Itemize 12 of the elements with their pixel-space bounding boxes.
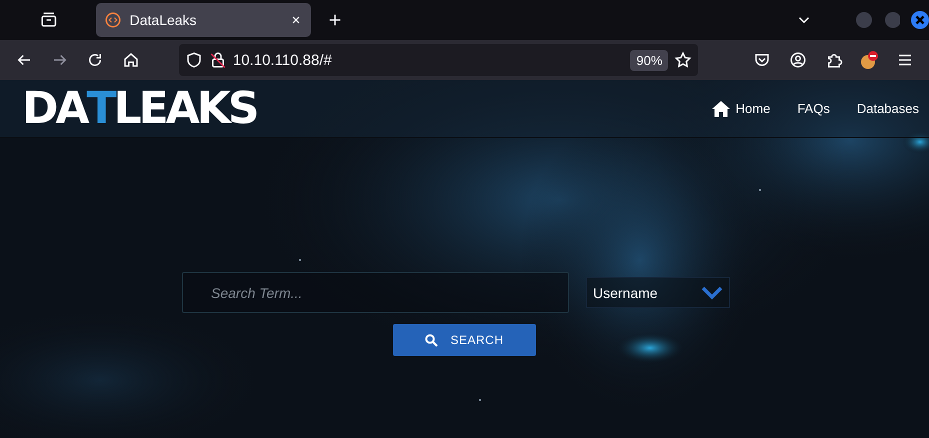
zoom-level[interactable]: 90% [630, 50, 668, 70]
nav-link[interactable]: FAQs [797, 101, 830, 116]
search-field[interactable]: Search Term... [182, 272, 569, 313]
tab-title: DataLeaks [130, 12, 198, 28]
logo: DATLEAKS [22, 86, 257, 130]
url-text: 10.10.110.88/# [232, 52, 333, 68]
nav-link[interactable]: Home [712, 100, 770, 116]
address-bar[interactable]: 10.10.110.88/# 90% [178, 44, 698, 76]
search-type-dropdown[interactable]: Username [586, 277, 730, 308]
nav-link[interactable]: Databases [856, 101, 919, 116]
search-button[interactable]: SEARCH [393, 324, 536, 356]
browser-tab[interactable]: DataLeaks [96, 3, 312, 37]
